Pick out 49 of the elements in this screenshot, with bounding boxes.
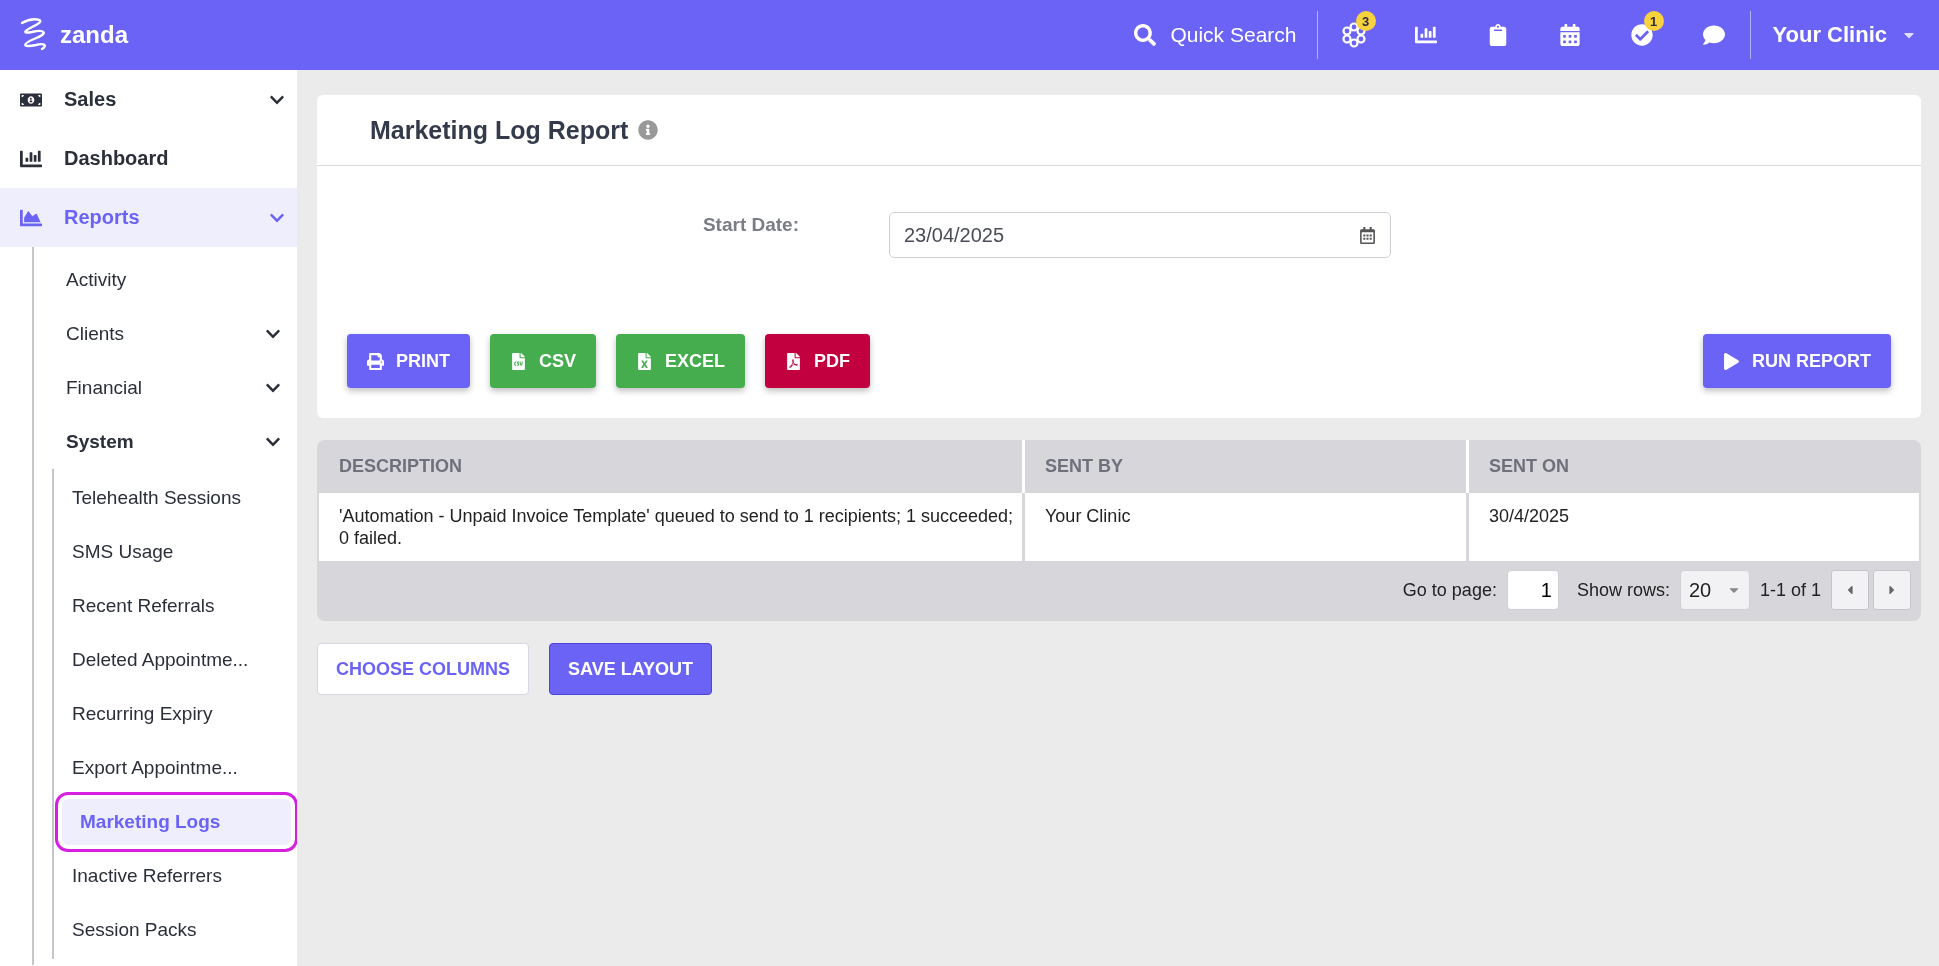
print-button[interactable]: PRINT	[347, 334, 470, 388]
pdf-file-icon	[785, 352, 803, 370]
table-cell-text: 30/4/2025	[1488, 505, 1571, 528]
notification-badge: 1	[1643, 11, 1664, 31]
go-to-page-label: Go to page:	[1402, 579, 1497, 601]
sidebar-item[interactable]: System	[34, 415, 297, 469]
save-layout-button[interactable]: SAVE LAYOUT	[549, 643, 713, 695]
play-icon	[1723, 352, 1740, 370]
sidebar-item[interactable]: Recurring Expiry	[54, 687, 297, 741]
report-title: Marketing Log Report	[370, 115, 629, 145]
sidebar-item[interactable]: Deleted Appointme...	[54, 633, 297, 687]
calendar-icon[interactable]	[1359, 226, 1376, 244]
sidebar-item[interactable]: Session Packs	[54, 903, 297, 957]
excel-file-icon	[636, 352, 653, 370]
sidebar-item[interactable]: Dashboard	[0, 129, 297, 188]
sidebar-item[interactable]: Financial	[34, 361, 297, 415]
start-date-label: Start Date:	[701, 213, 800, 236]
info-icon[interactable]	[638, 120, 659, 140]
csv-file-icon	[510, 352, 527, 370]
chat-bubble-icon	[1702, 24, 1725, 46]
account-menu[interactable]: Your Clinic	[1750, 22, 1921, 48]
toolbar-button[interactable]: 1	[1605, 11, 1678, 59]
sidebar-item[interactable]: Inactive Referrers	[54, 849, 297, 903]
rows-select[interactable]: 20	[1679, 570, 1750, 610]
pdf-button[interactable]: PDF	[765, 334, 871, 388]
sidebar-item[interactable]: Reports	[0, 188, 297, 247]
page-input[interactable]: 1	[1506, 570, 1559, 610]
sidebar-item[interactable]: Clients	[34, 307, 297, 361]
run-report-button[interactable]: RUN REPORT	[1703, 334, 1891, 388]
calendar-icon	[1558, 24, 1581, 46]
sidebar-item[interactable]: Sales	[0, 70, 297, 129]
choose-columns-button[interactable]: CHOOSE COLUMNS	[317, 643, 529, 695]
sidebar-item[interactable]: Recent Referrals	[54, 579, 297, 633]
printer-icon	[367, 352, 384, 370]
sidebar-item[interactable]: Telehealth Sessions	[54, 471, 297, 525]
bar-chart-icon	[1414, 24, 1437, 46]
sidebar-item[interactable]: Export Appointme...	[54, 741, 297, 795]
sidebar-item[interactable]: SMS Usage	[54, 525, 297, 579]
notification-badge: 3	[1355, 11, 1376, 31]
show-rows-label: Show rows:	[1576, 579, 1670, 601]
table-cell: Your Clinic	[1025, 493, 1469, 561]
logo-text: zanda	[60, 21, 128, 49]
start-date-field[interactable]: 23/04/2025	[889, 212, 1391, 258]
search-icon	[1134, 24, 1157, 46]
table-cell: 'Automation - Unpaid Invoice Template' queued to send to 1 recipients; 1 succeeded; 0 failed.	[319, 493, 1025, 561]
quick-search-button[interactable]: Quick Search	[1114, 23, 1317, 47]
toolbar-button[interactable]: 3	[1317, 11, 1390, 59]
page-range: 1-1 of 1	[1759, 579, 1821, 601]
sidebar-item[interactable]: Activity	[34, 253, 297, 307]
